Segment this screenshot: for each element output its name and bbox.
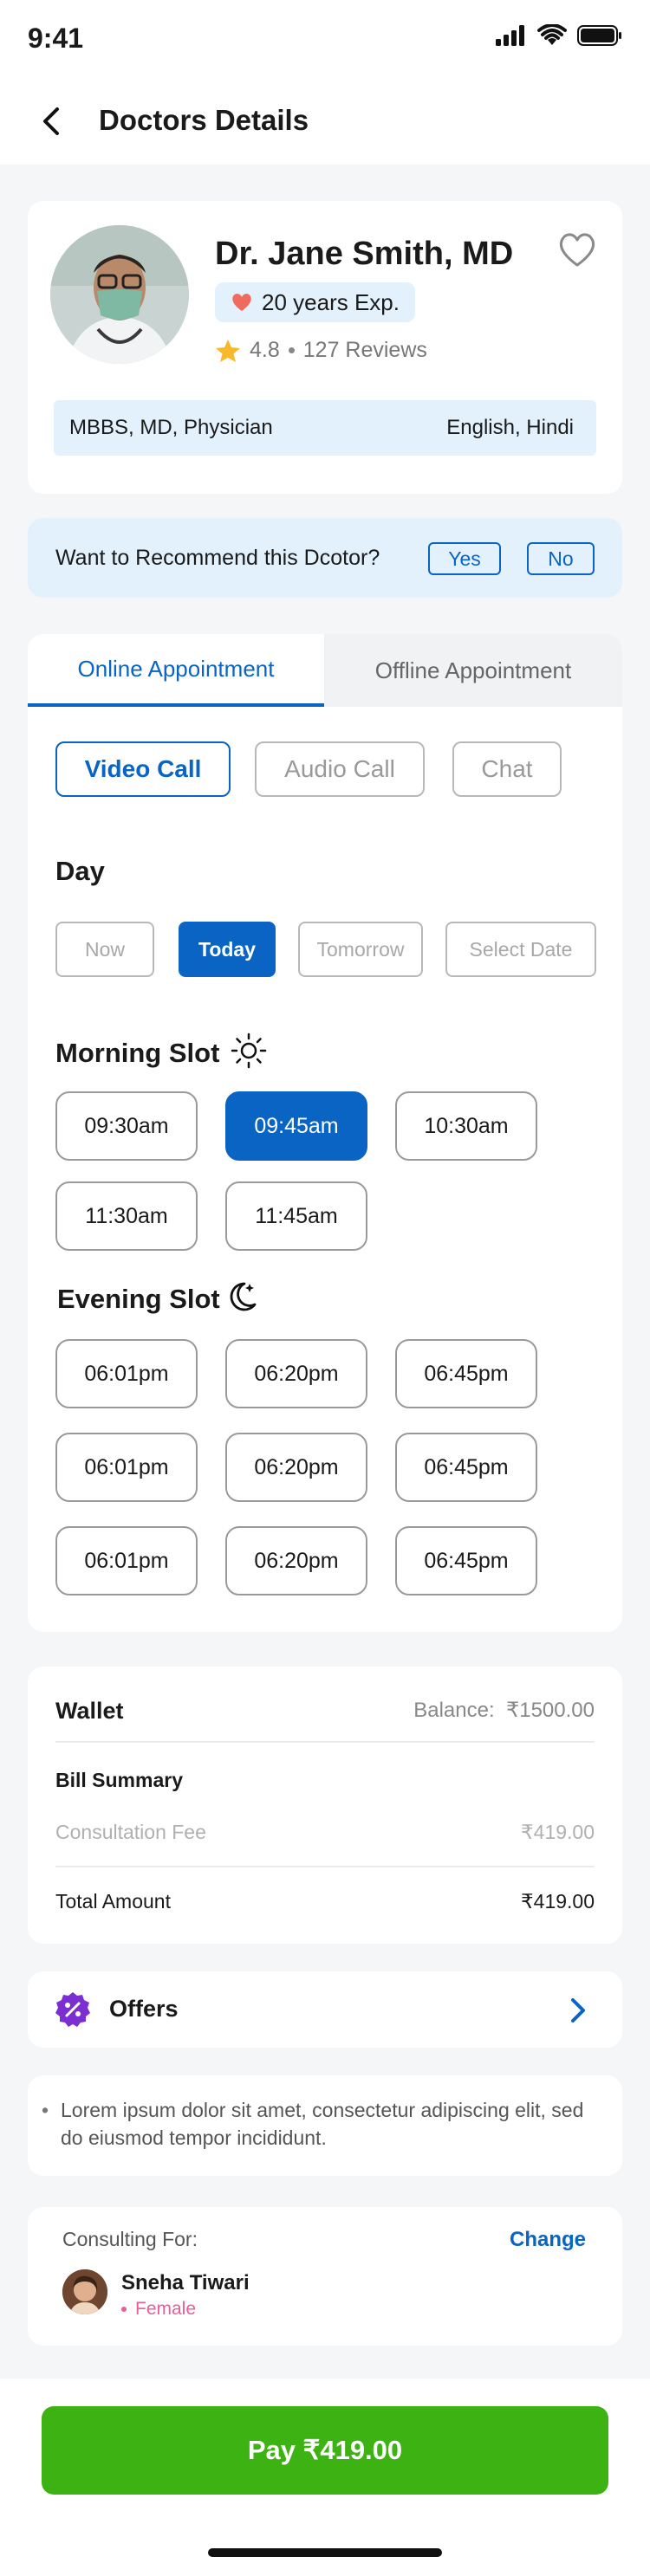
consultation-fee-value: ₹419.00 — [521, 1821, 595, 1843]
doctor-card: Dr. Jane Smith, MD 20 years Exp. 4.8 127… — [28, 201, 622, 494]
divider — [55, 1741, 595, 1743]
wallet-title: Wallet — [55, 1698, 124, 1724]
heart-icon — [232, 294, 251, 311]
recommend-yes-button[interactable]: Yes — [428, 542, 501, 575]
status-bar: 9:41 — [0, 0, 650, 78]
favorite-heart-icon[interactable] — [556, 230, 598, 269]
evening-slot[interactable]: 06:45pm — [395, 1433, 537, 1502]
qualification-text: MBBS, MD, Physician — [69, 416, 273, 439]
select-date-button[interactable]: Select Date — [445, 922, 596, 977]
page-title: Doctors Details — [99, 104, 309, 136]
patient-gender: Female — [121, 2299, 196, 2320]
bill-summary-title: Bill Summary — [55, 1769, 183, 1791]
note-card: Lorem ipsum dolor sit amet, consectetur … — [28, 2075, 622, 2176]
status-time: 9:41 — [28, 23, 84, 54]
day-now-button[interactable]: Now — [55, 922, 154, 977]
morning-slot-title: Morning Slot — [55, 1038, 220, 1068]
note-text: Lorem ipsum dolor sit amet, consectetur … — [42, 2096, 605, 2152]
tab-online-appointment[interactable]: Online Appointment — [28, 634, 324, 707]
day-tomorrow-button[interactable]: Tomorrow — [298, 922, 423, 977]
separator-dot — [288, 347, 295, 353]
consultation-fee-label: Consultation Fee — [55, 1821, 206, 1843]
balance-value: ₹1500.00 — [505, 1699, 595, 1722]
morning-slot[interactable]: 11:30am — [55, 1181, 198, 1251]
header: Doctors Details — [0, 78, 650, 165]
review-count: 127 Reviews — [302, 338, 427, 362]
battery-icon — [577, 25, 621, 46]
moon-icon — [230, 1282, 257, 1311]
evening-slot[interactable]: 06:01pm — [55, 1433, 198, 1502]
recommend-banner: Want to Recommend this Dcotor? Yes No — [28, 518, 622, 598]
chevron-right-icon — [571, 1998, 585, 2023]
sun-icon — [231, 1032, 267, 1069]
total-amount-value: ₹419.00 — [521, 1890, 595, 1913]
evening-slot-title: Evening Slot — [57, 1284, 220, 1314]
experience-badge: 20 years Exp. — [215, 282, 415, 322]
morning-slot[interactable]: 10:30am — [395, 1091, 537, 1161]
qualification-strip: MBBS, MD, Physician English, Hindi — [54, 400, 596, 456]
divider — [55, 1866, 595, 1867]
change-patient-link[interactable]: Change — [510, 2228, 586, 2252]
cellular-signal-icon — [496, 25, 524, 46]
wallet-card: Wallet Balance: ₹1500.00 Bill Summary Co… — [28, 1667, 622, 1944]
experience-text: 20 years Exp. — [262, 288, 400, 315]
day-title: Day — [55, 856, 105, 886]
consulting-for-label: Consulting For: — [62, 2228, 198, 2250]
evening-slot[interactable]: 06:01pm — [55, 1339, 198, 1408]
morning-slot[interactable]: 09:30am — [55, 1091, 198, 1161]
appointment-tabs: Online Appointment Offline Appointment — [28, 634, 622, 707]
chat-button[interactable]: Chat — [452, 741, 562, 797]
morning-slot[interactable]: 11:45am — [225, 1181, 367, 1251]
discount-badge-icon — [55, 1992, 90, 2027]
day-today-button[interactable]: Today — [179, 922, 276, 977]
evening-slot[interactable]: 06:20pm — [225, 1526, 367, 1595]
evening-slot[interactable]: 06:01pm — [55, 1526, 198, 1595]
morning-slot-selected[interactable]: 09:45am — [225, 1091, 367, 1161]
doctor-avatar — [50, 225, 189, 364]
patient-name: Sneha Tiwari — [121, 2271, 250, 2294]
star-icon — [216, 339, 240, 362]
evening-slot[interactable]: 06:20pm — [225, 1339, 367, 1408]
evening-slot[interactable]: 06:20pm — [225, 1433, 367, 1502]
evening-slot[interactable]: 06:45pm — [395, 1339, 537, 1408]
total-amount-label: Total Amount — [55, 1890, 171, 1913]
consulting-card: Consulting For: Change Sneha Tiwari Fema… — [28, 2207, 622, 2346]
evening-slot[interactable]: 06:45pm — [395, 1526, 537, 1595]
gender-dot — [121, 2307, 127, 2312]
back-arrow-icon[interactable] — [36, 104, 68, 139]
languages-text: English, Hindi — [446, 416, 574, 439]
offers-row[interactable]: Offers — [28, 1971, 622, 2048]
rating-row: 4.8 127 Reviews — [215, 338, 427, 363]
recommend-question: Want to Recommend this Dcotor? — [55, 546, 380, 570]
wallet-balance: Balance: ₹1500.00 — [413, 1698, 595, 1723]
balance-label: Balance: — [413, 1699, 495, 1722]
home-indicator — [208, 2548, 442, 2557]
video-call-button[interactable]: Video Call — [55, 741, 231, 797]
wifi-icon — [537, 24, 567, 45]
pay-button[interactable]: Pay ₹419.00 — [42, 2406, 608, 2495]
rating-value: 4.8 — [250, 338, 280, 362]
pay-bar: Pay ₹419.00 — [0, 2379, 650, 2576]
tab-offline-appointment[interactable]: Offline Appointment — [324, 634, 622, 707]
appointment-card: Online Appointment Offline Appointment V… — [28, 634, 622, 1632]
patient-gender-text: Female — [135, 2299, 197, 2319]
offers-label: Offers — [109, 1996, 179, 2022]
audio-call-button[interactable]: Audio Call — [255, 741, 425, 797]
status-icons — [496, 24, 622, 47]
patient-avatar — [62, 2269, 107, 2314]
recommend-no-button[interactable]: No — [527, 542, 595, 575]
doctor-name: Dr. Jane Smith, MD — [215, 236, 514, 272]
